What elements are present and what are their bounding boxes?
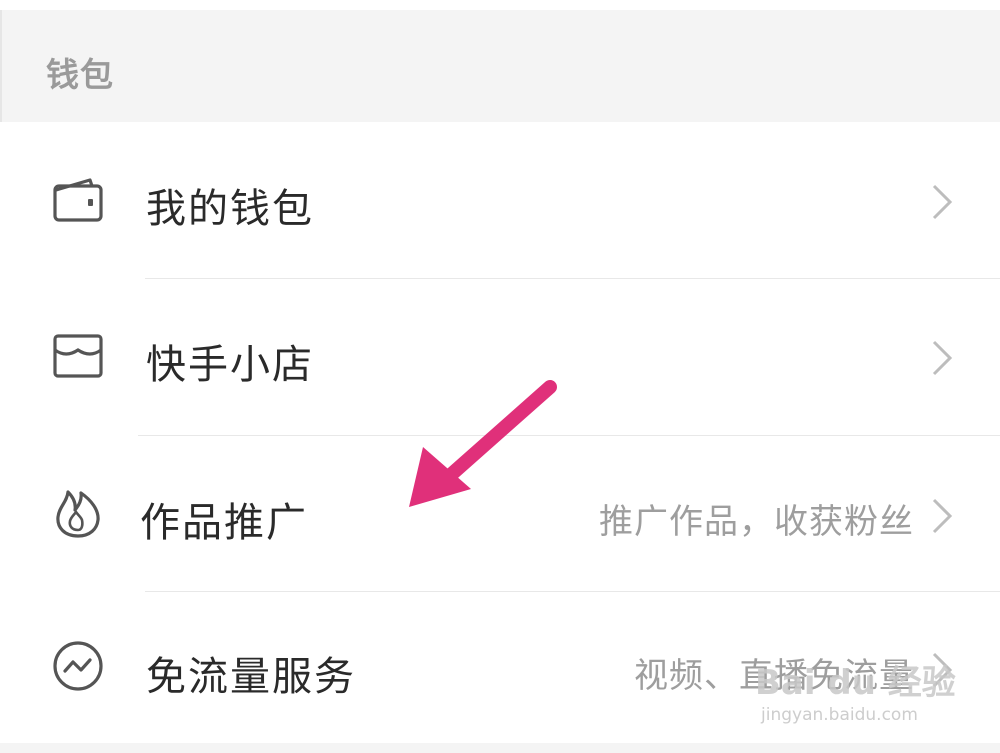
menu-item-label: 作品推广 bbox=[140, 500, 308, 546]
bottom-strip bbox=[0, 743, 1000, 753]
annotation-arrow bbox=[409, 380, 557, 507]
menu-item-label: 我的钱包 bbox=[146, 186, 314, 232]
menu-item-my-wallet[interactable]: 我的钱包 bbox=[0, 124, 1000, 280]
top-strip bbox=[0, 0, 1000, 10]
menu-item-hint: 推广作品，收获粉丝 bbox=[599, 502, 914, 542]
chevron-right-icon bbox=[932, 340, 953, 376]
data-wave-icon bbox=[53, 641, 103, 691]
menu-item-label: 免流量服务 bbox=[146, 654, 356, 700]
wallet-icon bbox=[53, 178, 103, 222]
divider bbox=[145, 278, 1000, 279]
watermark-url: jingyan.baidu.com bbox=[761, 705, 918, 725]
shop-icon bbox=[53, 334, 103, 378]
watermark-brand: Bai du 经验 bbox=[755, 663, 956, 703]
flame-icon bbox=[56, 490, 100, 538]
chevron-right-icon bbox=[932, 184, 953, 220]
menu-item-label: 快手小店 bbox=[146, 342, 314, 388]
chevron-right-icon bbox=[932, 498, 953, 534]
baidu-watermark: Bai du 经验 jingyan.baidu.com bbox=[755, 655, 970, 735]
section-header: 钱包 bbox=[0, 10, 1000, 122]
section-title: 钱包 bbox=[46, 55, 114, 94]
wallet-settings-page: 钱包 我的钱包 快手小店 作品推广 推广作品，收获粉丝 免流量服务 视频、直播免… bbox=[0, 0, 1000, 753]
